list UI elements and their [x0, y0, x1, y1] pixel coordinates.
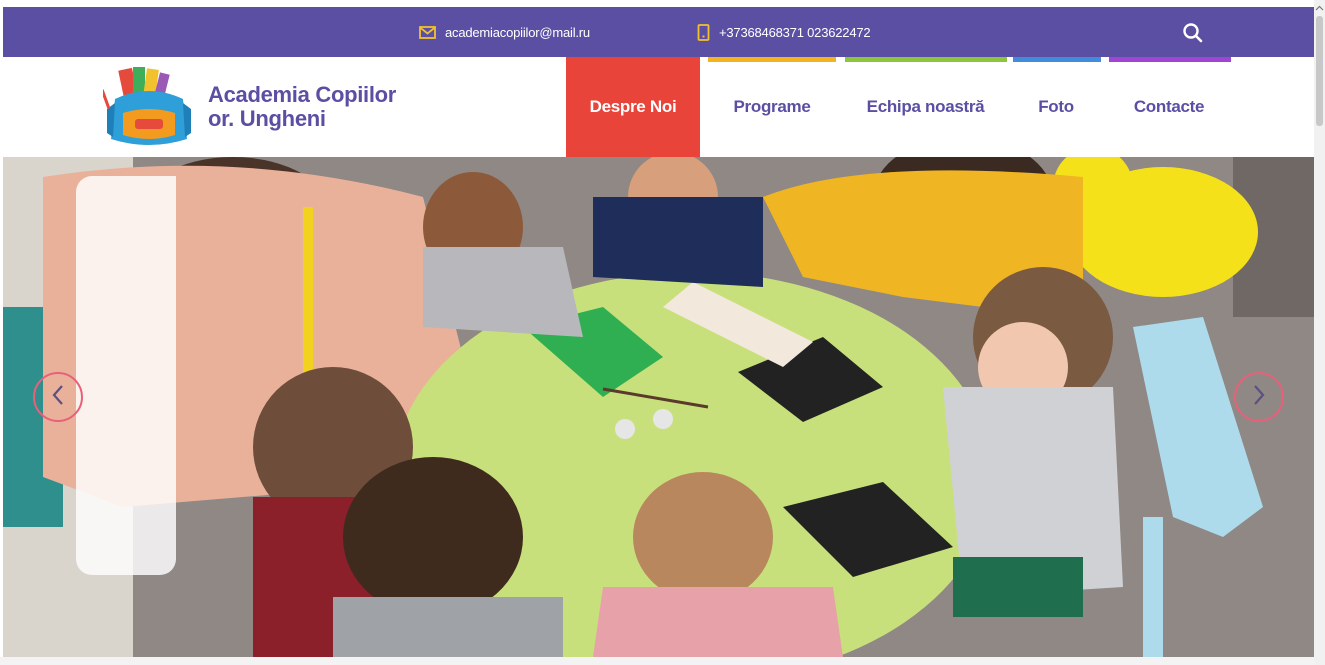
phone-contact[interactable]: +37368468371 023622472	[697, 7, 871, 57]
scrollbar-thumb[interactable]	[1316, 16, 1323, 126]
slide-caption-panel	[76, 176, 176, 575]
chevron-right-icon	[1251, 384, 1267, 411]
nav-accent-stripe	[708, 57, 836, 62]
brand-name[interactable]: Academia Copiilor or. Ungheni	[208, 83, 396, 131]
email-text: academiacopiilor@mail.ru	[445, 24, 590, 40]
nav-accent-stripe	[845, 57, 1007, 62]
brand-line1: Academia Copiilor	[208, 82, 397, 107]
page-bottom-edge	[0, 657, 1314, 665]
school-backpack-logo[interactable]	[100, 63, 195, 151]
nav-label: Despre Noi	[589, 97, 677, 116]
nav-foto[interactable]: Foto	[1007, 57, 1105, 157]
nav-programe[interactable]: Programe	[700, 57, 844, 157]
brand-line2: or. Ungheni	[208, 106, 326, 131]
chevron-left-icon	[50, 384, 66, 411]
top-contact-bar: academiacopiilor@mail.ru +37368468371 02…	[3, 7, 1314, 57]
search-icon[interactable]	[1181, 21, 1205, 45]
main-nav: Despre Noi Programe Echipa noastră Foto …	[566, 57, 1233, 157]
slider-next-button[interactable]	[1234, 372, 1284, 422]
email-contact[interactable]: academiacopiilor@mail.ru	[419, 7, 590, 57]
slider-prev-button[interactable]	[33, 372, 83, 422]
scroll-up-arrow-icon[interactable]	[1314, 2, 1325, 14]
slider-photo	[3, 157, 1314, 657]
nav-contacte[interactable]: Contacte	[1105, 57, 1233, 157]
envelope-icon	[419, 25, 436, 39]
phone-icon	[697, 23, 710, 41]
nav-echipa-noastra[interactable]: Echipa noastră	[844, 57, 1007, 157]
nav-label: Programe	[733, 97, 811, 116]
nav-label: Echipa noastră	[866, 97, 985, 116]
site-header: Academia Copiilor or. Ungheni Despre Noi…	[3, 57, 1314, 157]
phone-text: +37368468371 023622472	[719, 24, 871, 40]
nav-label: Foto	[1038, 97, 1074, 116]
nav-label: Contacte	[1133, 97, 1205, 116]
vertical-scrollbar[interactable]	[1314, 0, 1325, 665]
page: academiacopiilor@mail.ru +37368468371 02…	[3, 7, 1314, 657]
nav-accent-stripe	[1109, 57, 1231, 62]
hero-slider	[3, 157, 1314, 657]
nav-despre-noi[interactable]: Despre Noi	[566, 57, 700, 157]
nav-accent-stripe	[1013, 57, 1101, 62]
